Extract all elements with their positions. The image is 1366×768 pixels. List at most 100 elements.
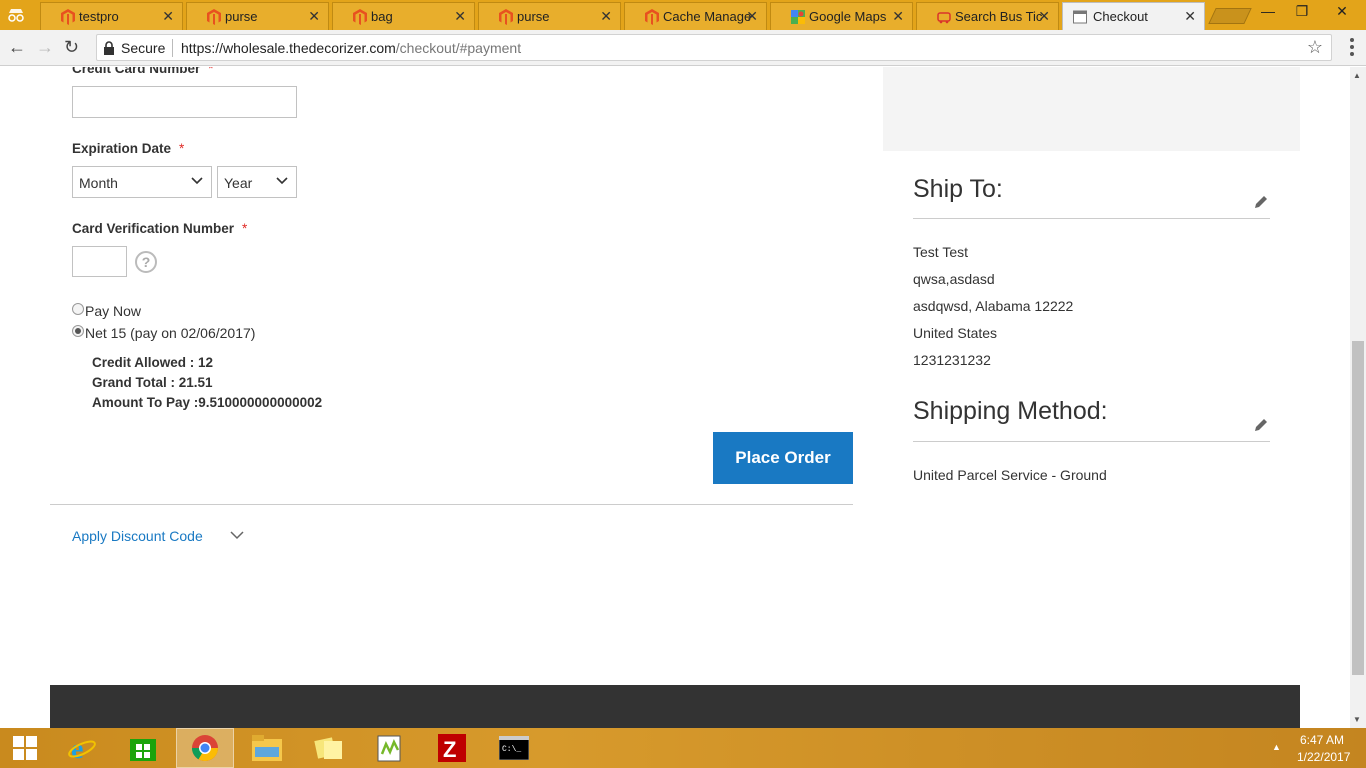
edit-pencil-icon[interactable] xyxy=(1253,194,1269,210)
close-icon[interactable]: ✕ xyxy=(1038,8,1050,25)
order-summary-panel xyxy=(883,67,1300,151)
bookmark-star-icon[interactable]: ☆ xyxy=(1307,37,1323,58)
internet-explorer-icon[interactable]: e xyxy=(53,728,111,768)
close-icon[interactable]: ✕ xyxy=(454,8,466,25)
bus-icon xyxy=(937,12,951,24)
tab-title: Checkout xyxy=(1093,9,1148,24)
tray-chevron-icon[interactable]: ▲ xyxy=(1272,742,1281,752)
tab-google-maps[interactable]: Google Maps ✕ xyxy=(770,2,913,30)
svg-text:Z: Z xyxy=(443,737,456,762)
divider xyxy=(913,218,1270,219)
chevron-down-icon[interactable] xyxy=(230,531,244,540)
reload-icon[interactable]: ↻ xyxy=(64,37,79,58)
restore-icon[interactable]: ❐ xyxy=(1292,3,1312,20)
shipping-method-title: Shipping Method: xyxy=(913,397,1108,425)
net-15-radio[interactable] xyxy=(72,325,84,337)
edit-pencil-icon[interactable] xyxy=(1253,417,1269,433)
back-icon[interactable]: ← xyxy=(8,37,26,58)
notepadpp-icon[interactable] xyxy=(362,728,420,768)
cc-number-label: Credit Card Number * xyxy=(72,67,214,76)
close-icon[interactable]: ✕ xyxy=(746,8,758,25)
lock-icon xyxy=(104,41,114,55)
tab-checkout[interactable]: Checkout ✕ xyxy=(1062,2,1205,31)
tab-purse-2[interactable]: purse ✕ xyxy=(478,2,621,30)
chrome-icon[interactable] xyxy=(176,728,234,768)
close-icon[interactable]: ✕ xyxy=(600,8,612,25)
close-icon[interactable]: ✕ xyxy=(892,8,904,25)
tab-title: bag xyxy=(371,9,393,24)
scroll-down-icon[interactable]: ▼ xyxy=(1353,715,1361,724)
scroll-up-icon[interactable]: ▲ xyxy=(1353,71,1361,80)
browser-menu-icon[interactable] xyxy=(1350,38,1354,59)
tab-title: purse xyxy=(517,9,550,24)
windows-start-icon[interactable] xyxy=(0,728,50,768)
divider xyxy=(172,39,173,57)
secure-label: Secure xyxy=(121,40,166,56)
tab-title: Search Bus Ticke xyxy=(955,9,1043,24)
year-value: Year xyxy=(224,175,253,191)
required-mark: * xyxy=(179,141,185,156)
maps-icon xyxy=(791,10,805,24)
cvv-label: Card Verification Number * xyxy=(72,221,248,236)
help-question-icon[interactable]: ? xyxy=(135,251,157,273)
incognito-user-icon[interactable] xyxy=(6,7,26,23)
pay-now-radio[interactable] xyxy=(72,303,84,315)
tab-title: Cache Managem xyxy=(663,9,751,24)
expiration-year-select[interactable]: Year xyxy=(217,166,297,198)
cmd-icon[interactable]: C:\_ xyxy=(486,728,544,768)
address-line: 1231231232 xyxy=(913,352,991,368)
pay-now-label[interactable]: Pay Now xyxy=(85,303,141,319)
windows-taskbar: e Z C:\_ ▲ 6:47 AM 1/22/2017 xyxy=(0,728,1366,768)
place-order-button[interactable]: Place Order xyxy=(713,432,853,484)
apply-discount-link[interactable]: Apply Discount Code xyxy=(72,528,203,544)
chevron-down-icon xyxy=(276,177,288,185)
magento-icon xyxy=(645,9,659,25)
new-tab-button[interactable] xyxy=(1208,8,1252,24)
tab-purse[interactable]: purse ✕ xyxy=(186,2,329,30)
grand-total: Grand Total : 21.51 xyxy=(92,375,213,390)
scroll-thumb[interactable] xyxy=(1352,341,1364,675)
sticky-notes-icon[interactable] xyxy=(300,728,358,768)
amount-to-pay: Amount To Pay :9.510000000000002 xyxy=(92,395,323,410)
address-line: asdqwsd, Alabama 12222 xyxy=(913,298,1074,314)
clock-time[interactable]: 6:47 AM xyxy=(1300,733,1344,747)
url-text[interactable]: https://wholesale.thedecorizer.com/check… xyxy=(181,40,521,56)
tab-cache-management[interactable]: Cache Managem ✕ xyxy=(624,2,767,30)
ship-to-title: Ship To: xyxy=(913,175,1003,203)
close-icon[interactable]: ✕ xyxy=(162,8,174,25)
tab-strip: testpro ✕ purse ✕ bag ✕ purse ✕ Cache Ma… xyxy=(0,0,1366,31)
tab-title: purse xyxy=(225,9,258,24)
divider xyxy=(913,441,1270,442)
svg-text:C:\_: C:\_ xyxy=(502,745,521,754)
chevron-down-icon xyxy=(191,177,203,185)
month-value: Month xyxy=(79,175,118,191)
expiration-label: Expiration Date * xyxy=(72,141,185,156)
url-host: https://wholesale.thedecorizer.com xyxy=(181,40,396,56)
address-line: Test Test xyxy=(913,244,968,260)
clock-date[interactable]: 1/22/2017 xyxy=(1297,750,1350,764)
cc-number-input[interactable] xyxy=(72,86,297,118)
net-15-label[interactable]: Net 15 (pay on 02/06/2017) xyxy=(85,325,255,341)
cvv-input[interactable] xyxy=(72,246,127,277)
expiration-month-select[interactable]: Month xyxy=(72,166,212,198)
forward-icon[interactable]: → xyxy=(36,37,54,58)
close-icon[interactable]: ✕ xyxy=(308,8,320,25)
tab-title: testpro xyxy=(79,9,119,24)
vertical-scrollbar[interactable]: ▲ ▼ xyxy=(1350,67,1366,728)
url-path: /checkout/#payment xyxy=(395,40,522,56)
window-close-icon[interactable]: ✕ xyxy=(1332,3,1352,20)
address-bar[interactable]: Secure https://wholesale.thedecorizer.co… xyxy=(96,34,1332,61)
file-explorer-icon[interactable] xyxy=(238,728,296,768)
minimize-icon[interactable]: — xyxy=(1258,3,1278,19)
magento-icon xyxy=(61,9,75,25)
page-icon xyxy=(1073,10,1087,24)
shipping-method-value: United Parcel Service - Ground xyxy=(913,467,1107,483)
divider xyxy=(50,504,853,505)
tab-testpro[interactable]: testpro ✕ xyxy=(40,2,183,30)
tab-search-bus-tickets[interactable]: Search Bus Ticke ✕ xyxy=(916,2,1059,30)
magento-icon xyxy=(353,9,367,25)
filezilla-icon[interactable]: Z xyxy=(424,728,482,768)
tab-bag[interactable]: bag ✕ xyxy=(332,2,475,30)
store-icon[interactable] xyxy=(114,728,172,768)
close-icon[interactable]: ✕ xyxy=(1184,8,1196,25)
